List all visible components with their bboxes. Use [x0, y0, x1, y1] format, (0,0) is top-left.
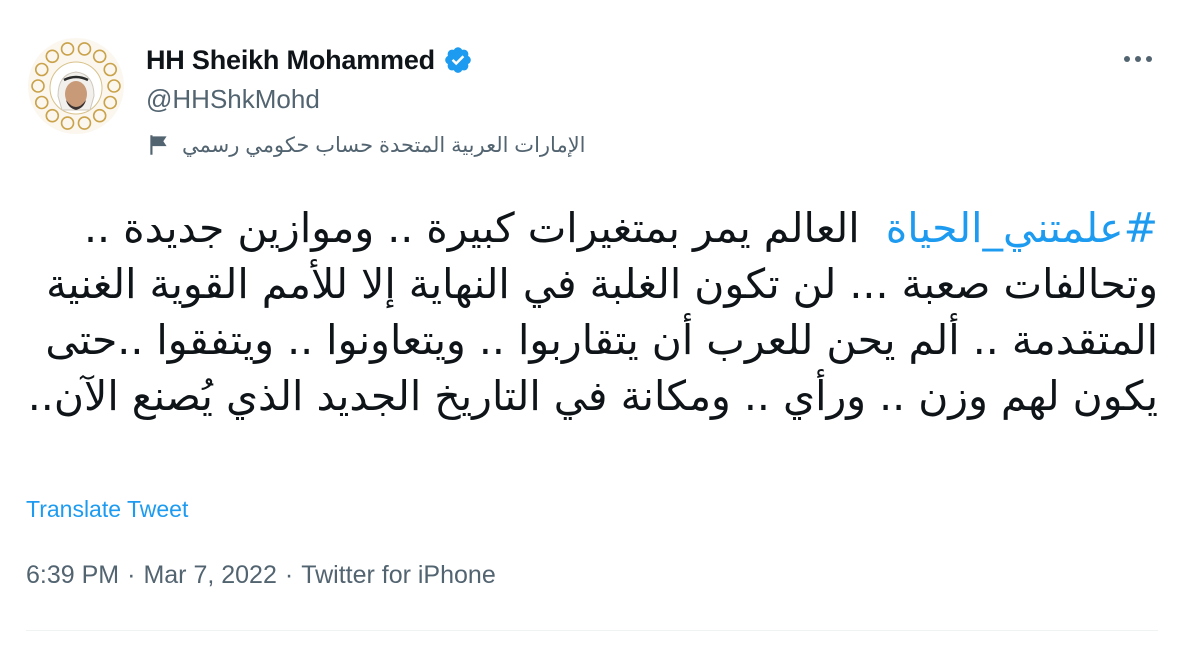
tweet-meta: 6:39 PM · Mar 7, 2022 · Twitter for iPho…	[26, 561, 496, 590]
tweet-source[interactable]: Twitter for iPhone	[301, 561, 496, 590]
avatar[interactable]	[28, 38, 124, 134]
verified-badge-icon	[443, 45, 473, 75]
meta-separator: ·	[284, 561, 294, 589]
tweet-date[interactable]: Mar 7, 2022	[143, 561, 276, 590]
government-account-label[interactable]: الإمارات العربية المتحدة حساب حكومي رسمي	[146, 128, 586, 162]
government-account-label-text: الإمارات العربية المتحدة حساب حكومي رسمي	[182, 133, 586, 157]
hashtag-link[interactable]: #علمتني_الحياة	[886, 204, 1158, 252]
flag-icon	[146, 132, 172, 158]
avatar-image	[29, 39, 123, 133]
author-name-row[interactable]: HH Sheikh Mohammed	[146, 40, 473, 80]
translate-tweet-button[interactable]: Translate Tweet	[26, 496, 188, 523]
more-options-button[interactable]	[1118, 44, 1158, 74]
tweet-time[interactable]: 6:39 PM	[26, 561, 119, 590]
author-handle[interactable]: @HHShkMohd	[146, 84, 320, 115]
more-options-icon	[1123, 50, 1153, 68]
tweet-text: #علمتني_الحياة العالم يمر بمتغيرات كبيرة…	[26, 200, 1158, 424]
author-display-name[interactable]: HH Sheikh Mohammed	[146, 45, 435, 76]
divider	[26, 630, 1158, 631]
meta-separator: ·	[127, 561, 136, 589]
